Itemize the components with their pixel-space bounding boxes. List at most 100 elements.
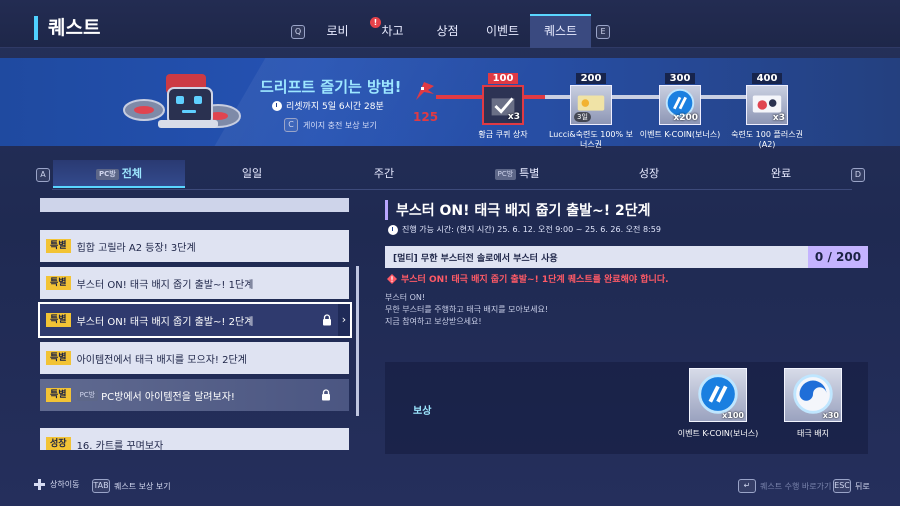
reward-qty: x30	[822, 411, 839, 420]
tab-event-label: 이벤트	[485, 24, 520, 38]
list-item[interactable]: 특별 PC방 PC방에서 아이템전을 달려보자!	[40, 379, 349, 411]
reward-qty: x100	[722, 411, 744, 420]
quest-description: 부스터 ON! 무한 부스터를 주행하고 태극 배지를 모아보세요! 지금 참여…	[385, 292, 548, 328]
milestone-value: 100	[487, 73, 519, 84]
milestone-400[interactable]: 400 x3 숙련도 100 플러스권 (A2)	[722, 66, 812, 150]
quest-title: PC방에서 아이템전을 달려보자!	[101, 391, 235, 403]
lock-icon	[322, 389, 330, 401]
quest-list[interactable]: 특별 힙합 고릴라 A2 등장! 3단계 특별 부스터 ON! 태극 배지 줍기…	[38, 198, 354, 450]
tab-event[interactable]: 이벤트	[475, 14, 530, 48]
tab-shop[interactable]: 상점	[420, 14, 475, 48]
milestone-300[interactable]: 300 x200 이벤트 K-COIN(보너스)	[635, 66, 725, 140]
gauge-reward-hint[interactable]: C 게이지 충전 보상 보기	[284, 118, 377, 132]
description-line: 부스터 ON!	[385, 293, 426, 302]
main-nav: 로비 ! 차고 상점 이벤트 퀘스트	[310, 14, 591, 48]
warning-icon	[387, 273, 397, 284]
clock-icon	[272, 100, 282, 111]
gauge-key: C	[284, 118, 298, 132]
bonus-ticket-icon: 3일	[570, 85, 612, 125]
page-title: 퀘스트	[34, 16, 100, 40]
filter-tab-label: 성장	[638, 167, 660, 180]
kcoin-icon: x200	[659, 85, 701, 125]
quest-tag: 특별	[46, 351, 71, 365]
quest-detail-title: 부스터 ON! 태극 배지 줍기 출발~! 2단계	[385, 200, 651, 220]
milestone-count: x3	[507, 112, 520, 122]
quest-tag: 특별	[46, 239, 71, 253]
quest-title: 힙합 고릴라 A2 등장! 3단계	[76, 242, 196, 254]
mission-progress: 0 / 200	[808, 246, 868, 268]
pc-badge: PC방	[76, 389, 99, 401]
reward-item[interactable]: x100 이벤트 K-COIN(보너스)	[668, 368, 768, 439]
quest-title: 부스터 ON! 태극 배지 줍기 출발~! 1단계	[76, 279, 254, 291]
quest-tag: 특별	[46, 276, 71, 290]
reset-timer-text: 리셋까지 5일 6시간 28분	[286, 102, 384, 112]
milestone-value: 300	[664, 73, 696, 84]
list-item-selected[interactable]: 특별 부스터 ON! 태극 배지 줍기 출발~! 2단계 ›	[38, 302, 352, 338]
enter-hint: ↵ 퀘스트 수행 바로가기	[738, 479, 831, 493]
list-item-partial[interactable]	[40, 198, 349, 212]
filter-tab-done[interactable]: 완료	[715, 160, 847, 188]
list-item[interactable]: 성장 16. 카트를 꾸며보자	[40, 428, 349, 450]
filter-divider	[52, 189, 852, 190]
filter-tab-growth[interactable]: 성장	[583, 160, 715, 188]
tab-quest-label: 퀘스트	[543, 24, 578, 38]
move-hint: 상하이동	[34, 479, 79, 490]
reward-item[interactable]: x30 태극 배지	[763, 368, 863, 439]
quest-title: 16. 카트를 꾸며보자	[76, 440, 164, 451]
back-hint[interactable]: ESC 뒤로	[833, 479, 870, 493]
tab-lobby[interactable]: 로비	[310, 14, 365, 48]
tab-shop-label: 상점	[436, 24, 459, 38]
milestone-label: 이벤트 K-COIN(보너스)	[639, 130, 721, 139]
quest-title: 부스터 ON! 태극 배지 줍기 출발~! 2단계	[76, 316, 254, 328]
mission-text: [멀티] 무한 부스터전 솔로에서 부스터 사용	[393, 254, 558, 264]
milestone-duration: 3일	[574, 112, 591, 122]
milestone-label: 숙련도 100 플러스권 (A2)	[731, 130, 803, 149]
tab-garage-label: 차고	[381, 24, 404, 38]
list-item[interactable]: 특별 힙합 고릴라 A2 등장! 3단계	[40, 230, 349, 262]
tab-key: TAB	[92, 479, 110, 493]
filter-tab-weekly[interactable]: 주간	[318, 160, 450, 188]
quest-period: 진행 가능 시간: (현지 시간) 25. 6. 12. 오전 9:00 ~ 2…	[388, 224, 661, 235]
filter-tab-label: 특별	[519, 167, 540, 180]
next-filter-key[interactable]: D	[851, 168, 865, 182]
quest-tag: 특별	[46, 388, 71, 402]
milestone-label: 황금 쿠퀴 상자	[478, 130, 528, 139]
next-tab-key[interactable]: E	[596, 25, 610, 39]
milestone-count: x200	[673, 113, 698, 123]
milestone-100[interactable]: 100 x3 황금 쿠퀴 상자	[458, 66, 548, 140]
gauge-value: 125	[413, 110, 439, 124]
prev-tab-key[interactable]: Q	[291, 25, 305, 39]
milestone-count: x3	[772, 113, 785, 123]
list-item[interactable]: 특별 아이템전에서 태극 배지를 모으자! 2단계	[40, 342, 349, 374]
mission-row: [멀티] 무한 부스터전 솔로에서 부스터 사용 0 / 200	[385, 246, 868, 268]
lock-icon	[323, 314, 331, 326]
milestone-200[interactable]: 200 3일 Lucci&숙련도 100% 보너스권	[546, 66, 636, 150]
milestone-value: 200	[575, 73, 607, 84]
footer-hints: 상하이동 TAB 퀘스트 보상 보기 ↵ 퀘스트 수행 바로가기 ESC 뒤로	[0, 470, 900, 500]
tab-lobby-label: 로비	[326, 24, 349, 38]
tab-garage[interactable]: ! 차고	[365, 14, 420, 48]
filter-tab-label: 주간	[373, 167, 395, 180]
gauge-flag-icon	[416, 82, 434, 100]
quest-list-scrollbar[interactable]	[356, 266, 359, 416]
reset-timer: 리셋까지 5일 6시간 28분	[272, 99, 384, 112]
clock-icon	[388, 224, 398, 235]
filter-tab-all[interactable]: PC방 전체	[53, 160, 185, 188]
drone-robot-icon	[123, 74, 241, 128]
quest-tag: 성장	[46, 437, 71, 450]
filter-tab-label: 완료	[770, 167, 792, 180]
tab-hint[interactable]: TAB 퀘스트 보상 보기	[92, 479, 171, 493]
filter-tab-daily[interactable]: 일일	[186, 160, 318, 188]
enter-hint-text: 퀘스트 수행 바로가기	[760, 481, 832, 491]
tab-quest[interactable]: 퀘스트	[530, 14, 591, 48]
filter-tab-label: 전체	[121, 167, 142, 180]
filter-tab-label: 일일	[241, 167, 263, 180]
quest-tag: 특별	[46, 313, 71, 327]
enter-key-icon: ↵	[738, 479, 756, 493]
filter-tab-special[interactable]: PC방 특별	[451, 160, 583, 188]
reward-panel: 보상 x100 이벤트 K-COIN(보너스) x30 태극 배지	[385, 362, 868, 454]
list-item[interactable]: 특별 부스터 ON! 태극 배지 줍기 출발~! 1단계	[40, 267, 349, 299]
kcoin-icon: x100	[689, 368, 747, 422]
prev-filter-key[interactable]: A	[36, 168, 50, 182]
chevron-right-icon: ›	[338, 304, 350, 336]
